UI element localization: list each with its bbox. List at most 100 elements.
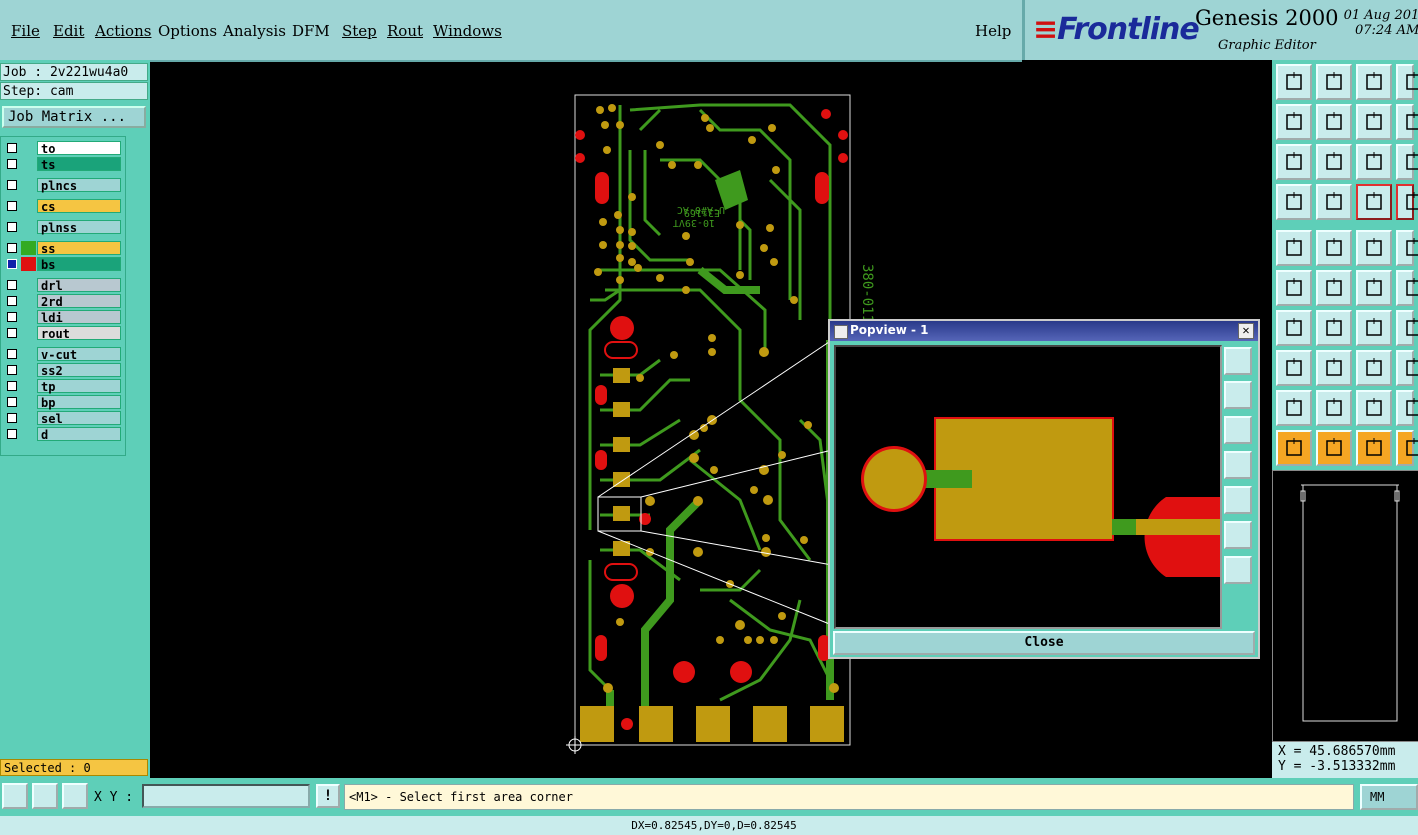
mini-overview[interactable] bbox=[1272, 470, 1418, 742]
pan-left-icon[interactable] bbox=[1276, 104, 1312, 140]
layer-name[interactable]: tp bbox=[37, 379, 121, 394]
layer-row-bp[interactable]: bp bbox=[3, 395, 121, 410]
triangle-a-icon[interactable] bbox=[1316, 390, 1352, 426]
layer-row-to[interactable]: to bbox=[3, 141, 121, 156]
one-to-one-icon[interactable] bbox=[1356, 144, 1392, 180]
undo-view-icon[interactable] bbox=[1356, 104, 1392, 140]
layer-row-ss2[interactable]: ss2 bbox=[3, 363, 121, 378]
resize-icon[interactable] bbox=[2, 783, 28, 809]
layer-color-swatch[interactable] bbox=[21, 347, 36, 361]
layer-color-swatch[interactable] bbox=[21, 310, 36, 324]
layer-name[interactable]: rout bbox=[37, 326, 121, 341]
layer-color-swatch[interactable] bbox=[21, 379, 36, 393]
layer-name[interactable]: to bbox=[37, 141, 121, 156]
layer-checkbox[interactable] bbox=[7, 365, 17, 375]
menu-step[interactable]: Step bbox=[342, 22, 377, 40]
layer-checkbox[interactable] bbox=[7, 280, 17, 290]
layer-color-swatch[interactable] bbox=[21, 199, 36, 213]
pointer-icon[interactable] bbox=[1276, 430, 1312, 466]
zoom-center-icon[interactable] bbox=[1316, 144, 1352, 180]
help-icon[interactable] bbox=[1396, 144, 1418, 180]
layer-name[interactable]: ldi bbox=[37, 310, 121, 325]
layer-name[interactable]: cs bbox=[37, 199, 121, 214]
menu-windows[interactable]: Windows bbox=[433, 22, 502, 40]
rotate-icon[interactable] bbox=[1356, 310, 1392, 346]
menu-rout[interactable]: Rout bbox=[387, 22, 423, 40]
menu-analysis[interactable]: Analysis bbox=[223, 22, 286, 40]
layer-checkbox[interactable] bbox=[7, 429, 17, 439]
zoom-in-icon[interactable] bbox=[1316, 64, 1352, 100]
pan-left-icon[interactable] bbox=[1224, 451, 1252, 479]
layer-checkbox[interactable] bbox=[7, 397, 17, 407]
layer-name[interactable]: bs bbox=[37, 257, 121, 272]
layer-row-plnss[interactable]: plnss bbox=[3, 220, 121, 235]
layer-checkbox[interactable] bbox=[7, 159, 17, 169]
layer-name[interactable]: ts bbox=[37, 157, 121, 172]
layer-name[interactable]: sel bbox=[37, 411, 121, 426]
zoom-fit-icon[interactable] bbox=[1224, 521, 1252, 549]
layer-name[interactable]: drl bbox=[37, 278, 121, 293]
pan-icon[interactable] bbox=[1396, 104, 1418, 140]
scale-icon[interactable] bbox=[1396, 184, 1418, 220]
pointer-circle-icon[interactable] bbox=[1356, 430, 1392, 466]
layer-name[interactable]: bp bbox=[37, 395, 121, 410]
layer-row-bs[interactable]: bs bbox=[3, 257, 121, 272]
layer-name[interactable]: ss bbox=[37, 241, 121, 256]
popview-titlebar[interactable]: Popview - 1 ✕ bbox=[830, 321, 1258, 341]
menu-help[interactable]: Help bbox=[975, 22, 1011, 40]
layer-row-v-cut[interactable]: v-cut bbox=[3, 347, 121, 362]
layer-name[interactable]: d bbox=[37, 427, 121, 442]
layer-checkbox[interactable] bbox=[7, 381, 17, 391]
step-icon[interactable] bbox=[1396, 430, 1418, 466]
layer-row-sel[interactable]: sel bbox=[3, 411, 121, 426]
layer-checkbox[interactable] bbox=[7, 201, 17, 211]
layer-color-swatch[interactable] bbox=[21, 363, 36, 377]
layer-name[interactable]: v-cut bbox=[37, 347, 121, 362]
layer-checkbox[interactable] bbox=[7, 180, 17, 190]
layer-color-swatch[interactable] bbox=[21, 178, 36, 192]
line-icon[interactable] bbox=[1316, 310, 1352, 346]
layer-color-swatch[interactable] bbox=[21, 294, 36, 308]
layer-name[interactable]: ss2 bbox=[37, 363, 121, 378]
window-menu-icon[interactable] bbox=[834, 325, 848, 339]
grid-icon[interactable] bbox=[1316, 184, 1352, 220]
layer-color-swatch[interactable] bbox=[21, 257, 36, 271]
layer-row-rout[interactable]: rout bbox=[3, 326, 121, 341]
menu-edit[interactable]: Edit bbox=[53, 22, 84, 40]
ruler-icon[interactable] bbox=[1356, 230, 1392, 266]
pad-icon[interactable] bbox=[1396, 230, 1418, 266]
layer-checkbox[interactable] bbox=[7, 328, 17, 338]
highlight-icon[interactable] bbox=[1276, 350, 1312, 386]
pointer-box-icon[interactable] bbox=[1316, 430, 1352, 466]
bracket-icon[interactable] bbox=[1396, 310, 1418, 346]
layer-row-ldi[interactable]: ldi bbox=[3, 310, 121, 325]
job-matrix-button[interactable]: Job Matrix ... bbox=[2, 106, 146, 128]
layer-checkbox[interactable] bbox=[7, 312, 17, 322]
angle-icon[interactable] bbox=[1276, 310, 1312, 346]
layer-row-cs[interactable]: cs bbox=[3, 199, 121, 214]
angle-icon[interactable] bbox=[32, 783, 58, 809]
layer-checkbox[interactable] bbox=[7, 222, 17, 232]
layer-checkbox[interactable] bbox=[7, 349, 17, 359]
zoom-window-icon[interactable] bbox=[1276, 64, 1312, 100]
layer-checkbox[interactable] bbox=[7, 243, 17, 253]
pan-right-icon[interactable] bbox=[1224, 486, 1252, 514]
menu-options[interactable]: Options bbox=[158, 22, 217, 40]
menu-actions[interactable]: Actions bbox=[95, 22, 151, 40]
layer-row-2rd[interactable]: 2rd bbox=[3, 294, 121, 309]
layer-row-drl[interactable]: drl bbox=[3, 278, 121, 293]
snap-grid-icon[interactable] bbox=[62, 783, 88, 809]
pan-right-icon[interactable] bbox=[1316, 104, 1352, 140]
layer-checkbox[interactable] bbox=[7, 143, 17, 153]
page-icon[interactable] bbox=[1396, 64, 1418, 100]
triangle-icon[interactable] bbox=[1276, 390, 1312, 426]
menu-dfm[interactable]: DFM bbox=[292, 22, 330, 40]
layer-name[interactable]: plnss bbox=[37, 220, 121, 235]
layer-name[interactable]: plncs bbox=[37, 178, 121, 193]
layer-checkbox[interactable] bbox=[7, 259, 17, 269]
layer-color-swatch[interactable] bbox=[21, 141, 36, 155]
zoom-in-icon[interactable] bbox=[1224, 381, 1252, 409]
layer-row-ts[interactable]: ts bbox=[3, 157, 121, 172]
question-icon[interactable] bbox=[1396, 350, 1418, 386]
layer-checkbox[interactable] bbox=[7, 413, 17, 423]
